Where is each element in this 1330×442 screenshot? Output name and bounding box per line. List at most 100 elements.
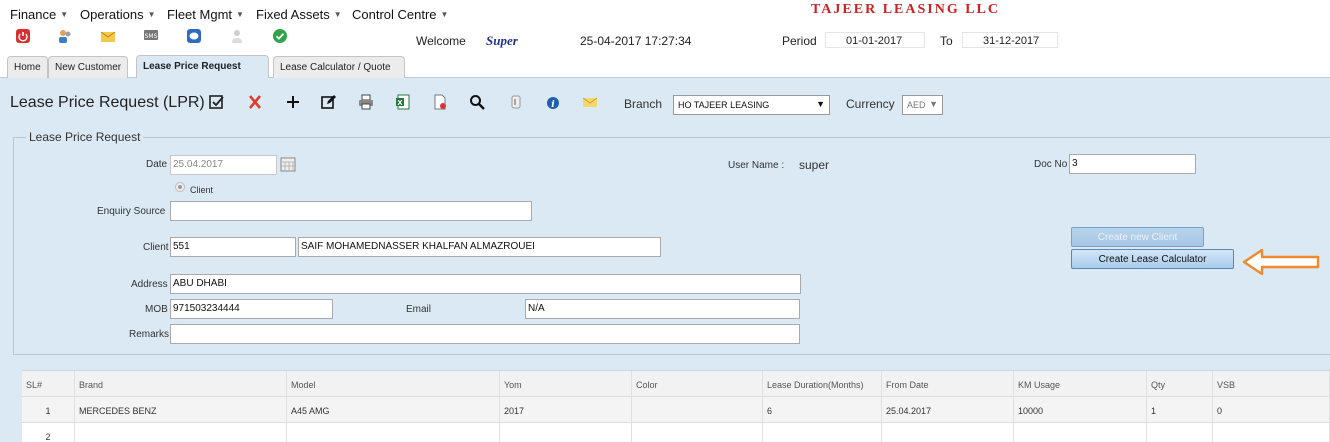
grid-header-row: SL# Brand Model Yom Color Lease Duration… (22, 371, 1330, 397)
branch-select[interactable]: HO TAJEER LEASING ▼ (673, 95, 830, 115)
grid-cell (1014, 423, 1147, 442)
chevron-down-icon: ▼ (929, 99, 938, 109)
content-area: Lease Price Request (LPR) X i Branch HO … (0, 78, 1330, 442)
users-icon[interactable] (57, 28, 73, 44)
column-header[interactable]: Brand (75, 371, 287, 397)
print-icon[interactable] (357, 93, 375, 111)
client-label: Client (143, 242, 169, 253)
delete-icon[interactable] (246, 93, 264, 111)
chevron-down-icon: ▼ (816, 99, 825, 109)
remarks-field[interactable] (170, 324, 800, 344)
username-value: super (799, 158, 830, 172)
grid-cell (500, 423, 632, 442)
enquiry-source-field[interactable] (170, 201, 532, 221)
grid-cell (1147, 423, 1213, 442)
grid-cell (287, 423, 500, 442)
column-header[interactable]: Lease Duration(Months) (763, 371, 882, 397)
address-field[interactable]: ABU DHABI (170, 274, 801, 294)
edit-icon[interactable] (320, 93, 338, 111)
chat-icon[interactable] (186, 28, 202, 44)
company-name: TAJEER LEASING LLC (811, 2, 1001, 17)
grid-cell (763, 423, 882, 442)
client-code-field[interactable]: 551 (170, 237, 296, 257)
menu-operations[interactable]: Operations ▼ (80, 7, 156, 22)
grid-cell: 6 (763, 397, 882, 423)
grid-cell: 2017 (500, 397, 632, 423)
attachment-icon[interactable] (507, 93, 525, 111)
column-header[interactable]: Qty (1147, 371, 1213, 397)
create-new-client-button[interactable]: Create new Client (1071, 227, 1204, 247)
mail-icon[interactable] (100, 28, 116, 44)
menu-control-centre[interactable]: Control Centre ▼ (352, 7, 448, 22)
currency-select[interactable]: AED ▼ (902, 95, 943, 115)
grid-cell (882, 423, 1014, 442)
mob-label: MOB (145, 304, 168, 315)
period-to-field[interactable]: 31-12-2017 (962, 32, 1058, 48)
column-header[interactable]: KM Usage (1014, 371, 1147, 397)
lpr-legend: Lease Price Request (26, 130, 144, 144)
date-label: Date (146, 159, 168, 170)
grid-cell: 25.04.2017 (882, 397, 1014, 423)
check-box-icon[interactable] (208, 93, 226, 111)
column-header[interactable]: Color (632, 371, 763, 397)
add-icon[interactable] (284, 93, 302, 111)
create-lease-calculator-button[interactable]: Create Lease Calculator (1071, 249, 1234, 269)
column-header[interactable]: SL# (22, 371, 75, 397)
docno-label: Doc No (1034, 159, 1068, 170)
tab-lease-price-request[interactable]: Lease Price Request (136, 55, 269, 79)
table-row[interactable]: 1 MERCEDES BENZ A45 AMG 2017 6 25.04.201… (22, 397, 1330, 423)
sms-icon[interactable]: SMS (143, 28, 159, 44)
check-icon[interactable] (272, 28, 288, 44)
grid-cell: 2 (22, 423, 75, 442)
current-user: Super (486, 33, 518, 48)
chevron-down-icon: ▼ (333, 10, 342, 19)
period-from-field[interactable]: 01-01-2017 (825, 32, 925, 48)
grid-cell (632, 397, 763, 423)
mob-field[interactable]: 971503234444 (170, 299, 333, 319)
calendar-icon[interactable] (280, 156, 296, 172)
search-icon[interactable] (468, 93, 486, 111)
menu-bar: Finance ▼ Operations ▼ Fleet Mgmt ▼ Fixed A… (0, 0, 1330, 26)
tab-home[interactable]: Home (7, 56, 48, 78)
svg-text:i: i (551, 100, 555, 110)
info-icon[interactable]: i (544, 93, 562, 111)
svg-text:X: X (397, 99, 403, 107)
grid-cell: 0 (1213, 397, 1330, 423)
column-header[interactable]: From Date (882, 371, 1014, 397)
date-field[interactable]: 25.04.2017 (170, 155, 277, 175)
current-datetime: 25-04-2017 17:27:34 (580, 34, 692, 48)
tab-lease-calculator-quote[interactable]: Lease Calculator / Quote (273, 56, 405, 78)
vehicle-grid: SL# Brand Model Yom Color Lease Duration… (22, 370, 1330, 442)
pdf-icon[interactable] (431, 93, 449, 111)
welcome-label: Welcome (416, 34, 466, 48)
column-header[interactable]: VSB (1213, 371, 1330, 397)
page-title: Lease Price Request (LPR) (10, 94, 205, 111)
chevron-down-icon: ▼ (440, 10, 449, 19)
branch-label: Branch (624, 97, 663, 111)
power-icon[interactable] (15, 28, 31, 44)
docno-field[interactable]: 3 (1069, 154, 1196, 174)
menu-finance[interactable]: Finance ▼ (10, 7, 68, 22)
client-name-field[interactable]: SAIF MOHAMEDNASSER KHALFAN ALMAZROUEI (298, 237, 661, 257)
table-row[interactable]: 2 (22, 423, 1330, 442)
tab-new-customer[interactable]: New Customer (48, 56, 129, 78)
mail-icon[interactable] (581, 93, 599, 111)
menu-fixed-assets[interactable]: Fixed Assets ▼ (256, 7, 342, 22)
email-label: Email (406, 304, 432, 315)
grid-cell (632, 423, 763, 442)
currency-label: Currency (846, 97, 895, 111)
excel-icon[interactable]: X (394, 93, 412, 111)
arrow-left-icon (1242, 248, 1322, 276)
to-label: To (940, 34, 953, 48)
email-field[interactable]: N/A (525, 299, 800, 319)
tab-strip: Home New Customer Lease Price Request Le… (0, 52, 1330, 79)
chevron-down-icon: ▼ (60, 10, 69, 19)
user-icon[interactable] (229, 28, 245, 44)
grid-cell (1213, 423, 1330, 442)
client-radio-label: Client (190, 185, 214, 195)
column-header[interactable]: Model (287, 371, 500, 397)
client-radio[interactable] (175, 182, 185, 192)
menu-fleet-mgmt[interactable]: Fleet Mgmt ▼ (167, 7, 244, 22)
grid-cell: A45 AMG (287, 397, 500, 423)
column-header[interactable]: Yom (500, 371, 632, 397)
